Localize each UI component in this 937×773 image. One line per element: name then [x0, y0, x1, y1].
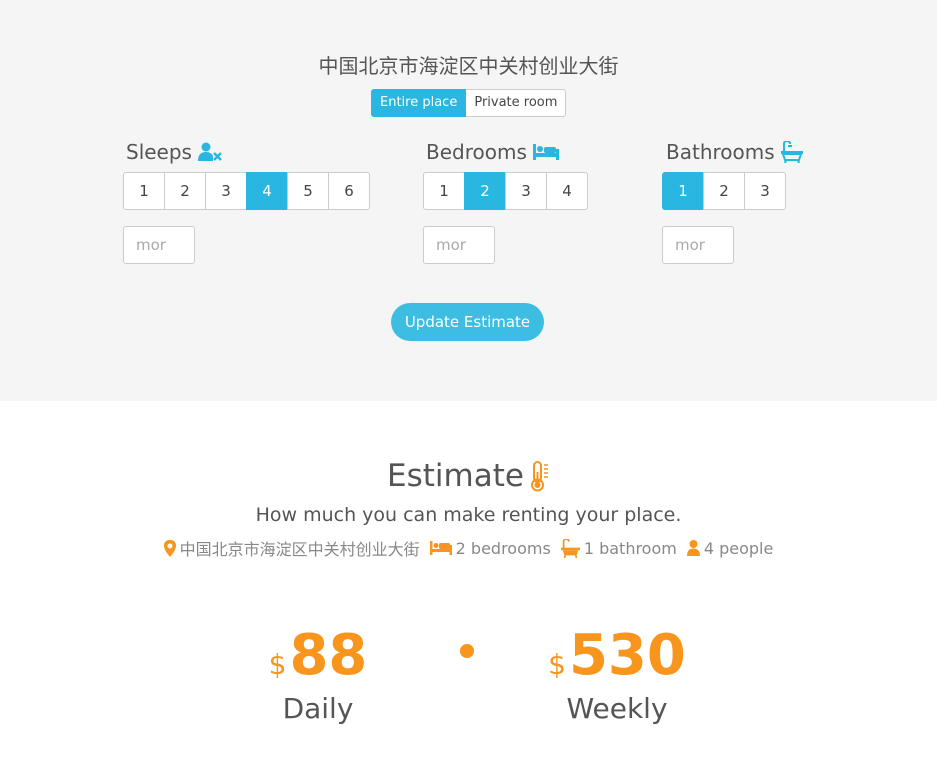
bathtub-icon: [560, 538, 580, 558]
estimate-summary: 中国北京市海淀区中关村创业大街 2 bedrooms 1 bathroom 4 …: [0, 536, 937, 560]
estimate-title: Estimate: [387, 458, 524, 494]
weekly-value: 530: [568, 623, 686, 688]
bathrooms-option-1[interactable]: 1: [662, 172, 704, 210]
estimate-subtitle: How much you can make renting your place…: [255, 504, 682, 526]
sleeps-group: Sleeps 1 2 3 4 5 6: [123, 138, 370, 264]
sleeps-option-3[interactable]: 3: [205, 172, 247, 210]
address-heading: 中国北京市海淀区中关村创业大街: [318, 54, 619, 78]
bathrooms-group: Bathrooms 1 2 3: [662, 138, 803, 264]
weekly-estimate: $ 530 Weekly: [517, 623, 717, 725]
weekly-label: Weekly: [566, 692, 668, 725]
bedrooms-label: Bedrooms: [426, 140, 527, 164]
sleeps-option-5[interactable]: 5: [287, 172, 329, 210]
bathrooms-options: 1 2 3: [662, 172, 803, 210]
summary-bathrooms: 1 bathroom: [583, 538, 677, 558]
estimate-heading: Estimate: [0, 458, 937, 494]
bedrooms-option-3[interactable]: 3: [505, 172, 547, 210]
sleeps-option-6[interactable]: 6: [328, 172, 370, 210]
summary-address: 中国北京市海淀区中关村创业大街: [179, 540, 420, 559]
daily-value: 88: [289, 623, 368, 688]
entire-place-button[interactable]: Entire place: [371, 89, 467, 117]
sleeps-label: Sleeps: [126, 140, 192, 164]
separator-dot: [460, 644, 474, 658]
daily-estimate: $ 88 Daily: [218, 623, 418, 725]
bathrooms-option-2[interactable]: 2: [703, 172, 745, 210]
thermometer-icon: [530, 460, 550, 492]
sleeps-options: 1 2 3 4 5 6: [123, 172, 370, 210]
update-estimate-button[interactable]: Update Estimate: [391, 303, 544, 341]
user-icon: [686, 540, 700, 556]
map-pin-icon: [163, 539, 176, 557]
sleeps-option-1[interactable]: 1: [123, 172, 165, 210]
private-room-button[interactable]: Private room: [466, 89, 567, 117]
sleeps-more-input[interactable]: [123, 226, 195, 264]
sleeps-option-2[interactable]: 2: [164, 172, 206, 210]
bedrooms-option-1[interactable]: 1: [423, 172, 465, 210]
bedrooms-option-4[interactable]: 4: [546, 172, 588, 210]
bathrooms-more-input[interactable]: [662, 226, 734, 264]
bathrooms-option-3[interactable]: 3: [744, 172, 786, 210]
bedrooms-group: Bedrooms 1 2 3 4: [423, 138, 588, 264]
room-type-toggle: Entire place Private room: [371, 89, 567, 117]
search-panel: 中国北京市海淀区中关村创业大街 Entire place Private roo…: [0, 0, 937, 401]
summary-people: 4 people: [703, 538, 774, 558]
bedrooms-option-2[interactable]: 2: [464, 172, 506, 210]
sleeps-option-4[interactable]: 4: [246, 172, 288, 210]
daily-label: Daily: [282, 692, 354, 725]
bed-icon: [532, 144, 559, 160]
bathtub-icon: [780, 141, 803, 163]
summary-bedrooms: 2 bedrooms: [455, 538, 551, 558]
weekly-currency: $: [548, 648, 566, 681]
bedrooms-options: 1 2 3 4: [423, 172, 588, 210]
bathrooms-label: Bathrooms: [666, 140, 775, 164]
user-x-icon: [197, 142, 222, 162]
daily-currency: $: [268, 648, 287, 681]
bed-icon: [429, 541, 452, 555]
bedrooms-more-input[interactable]: [423, 226, 495, 264]
